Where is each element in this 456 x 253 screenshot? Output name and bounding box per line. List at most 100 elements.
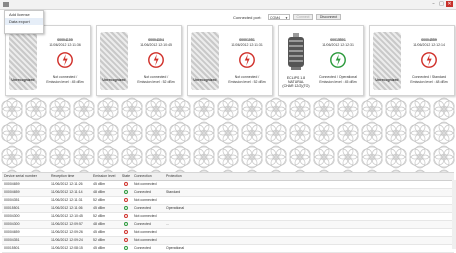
cell-serial: 00004351 [4, 238, 20, 242]
minimize-icon[interactable]: – [430, 1, 437, 7]
table-row[interactable]: 00004300 11/06/2012 12:10:45 52 dBm Not … [2, 213, 454, 221]
device-serial: 00004100 [57, 38, 73, 42]
connected-state-icon [124, 222, 128, 227]
cell-connection: Not connected [134, 238, 157, 242]
cell-time: 11/06/2012 12:11:31 [51, 198, 83, 202]
cell-connection: Not connected [134, 230, 157, 234]
cell-serial: 00004659 [4, 182, 20, 186]
table-row[interactable]: 00004300 11/06/2012 12:09:57 48 dBm Conn… [2, 221, 454, 229]
column-header-state[interactable]: State [120, 173, 132, 180]
cell-serial: 00015501 [4, 206, 20, 210]
device-reception-time: 11/06/2012 12:10:45 [140, 43, 172, 47]
cell-time: 11/06/2012 12:09:26 [51, 230, 83, 234]
disconnected-status-icon [57, 52, 73, 68]
device-card[interactable]: Unrecognized 00001051 11/06/2012 12:11:3… [187, 25, 273, 96]
disconnected-state-icon [124, 238, 128, 243]
reception-table: Device serial number Reception time Emis… [2, 172, 454, 253]
table-row[interactable]: 00004351 11/06/2012 12:11:31 52 dBm Not … [2, 197, 454, 205]
disconnect-button[interactable]: Disconnect [316, 14, 341, 20]
connect-button[interactable]: Connect [293, 14, 313, 20]
port-select[interactable]: COM4 ▼ [268, 14, 290, 20]
device-emission-level: Emission level : 52 dBm [228, 80, 266, 84]
column-header-protection[interactable]: Protection [166, 173, 200, 180]
port-label: Connected port: [233, 15, 262, 20]
cell-level: 48 dBm [93, 222, 106, 226]
disconnected-status-icon [148, 52, 164, 68]
cell-time: 11/06/2012 12:11:14 [51, 190, 83, 194]
device-image: ECLIPS 1.8 NATURAL (CHAR 12/2)(TO) [282, 32, 310, 90]
menu-item-data-export[interactable]: Data export [5, 18, 43, 25]
port-toolbar: Connected port: COM4 ▼ Connect Disconnec… [0, 13, 456, 22]
column-header-serial[interactable]: Device serial number [4, 173, 49, 180]
device-reception-time: 11/06/2012 12:11:31 [231, 43, 263, 47]
table-header-row: Device serial number Reception time Emis… [2, 172, 454, 181]
cell-protection [166, 181, 200, 188]
device-icon [288, 33, 304, 70]
device-image-placeholder: Unrecognized [191, 32, 219, 90]
device-serial: 00015501 [330, 38, 346, 42]
cell-level: 52 dBm [93, 238, 106, 242]
device-image-label: Unrecognized [375, 78, 399, 82]
cell-level: 48 dBm [93, 190, 106, 194]
cell-serial: 00004300 [4, 214, 20, 218]
menu-item-add-license[interactable]: Add license [5, 11, 43, 18]
context-menu: Add license Data export [4, 10, 44, 34]
cell-protection: ... [166, 222, 169, 226]
cell-protection: Operational [166, 206, 185, 210]
device-serial: 00004559 [421, 38, 437, 42]
device-emission-level: Emission level : 45 dBm [319, 80, 357, 84]
port-select-value: COM4 [270, 16, 281, 20]
device-reception-time: 11/06/2012 12:12:14 [413, 43, 445, 47]
column-header-level[interactable]: Emission level [93, 173, 119, 180]
device-image-label: Unrecognized [11, 78, 35, 82]
cell-level: 45 dBm [93, 206, 106, 210]
cell-connection: Connected [134, 206, 151, 210]
connected-state-icon [124, 206, 128, 211]
disconnected-status-icon [239, 52, 255, 68]
connected-state-icon [124, 246, 128, 251]
table-row[interactable]: 00004659 11/06/2012 12:11:14 48 dBm Conn… [2, 189, 454, 197]
disconnected-state-icon [124, 198, 128, 203]
cell-serial: 00004351 [4, 198, 20, 202]
device-reception-time: 11/06/2012 12:11:36 [49, 43, 81, 47]
table-row[interactable]: 00015501 11/06/2012 12:08:15 45 dBm Conn… [2, 245, 454, 253]
cell-connection: Connected [134, 190, 151, 194]
cell-connection: Not connected [134, 214, 157, 218]
chevron-down-icon: ▼ [285, 16, 288, 20]
title-bar: – □ ✕ [0, 0, 456, 10]
disconnected-state-icon [124, 214, 128, 219]
column-header-connection[interactable]: Connection [134, 173, 166, 180]
device-card[interactable]: Unrecognized 00004304 11/06/2012 12:10:4… [96, 25, 182, 96]
decorative-pattern [0, 97, 456, 172]
device-emission-level: Emission level : 45 dBm [46, 80, 84, 84]
maximize-icon[interactable]: □ [438, 1, 445, 7]
device-image-placeholder: Unrecognized [373, 32, 401, 90]
cell-level: 45 dBm [93, 230, 106, 234]
device-card[interactable]: Unrecognized 00004100 11/06/2012 12:11:3… [5, 25, 91, 96]
cell-time: 11/06/2012 12:09:24 [51, 238, 83, 242]
table-row[interactable]: 00015501 11/06/2012 12:11:06 45 dBm Conn… [2, 205, 454, 213]
disconnected-status-icon [421, 52, 437, 68]
table-row[interactable]: 00004351 11/06/2012 12:09:24 52 dBm Not … [2, 237, 454, 245]
table-row[interactable]: 00004659 11/06/2012 12:09:26 45 dBm Not … [2, 229, 454, 237]
table-scrollbar[interactable] [452, 180, 456, 249]
cell-level: 45 dBm [93, 182, 106, 186]
cell-serial: 00004659 [4, 230, 20, 234]
device-image-sublabel: (CHAR 12/2)(TO) [282, 84, 310, 88]
device-emission-level: Emission level : 52 dBm [137, 80, 175, 84]
device-image-placeholder: Unrecognized [9, 32, 37, 90]
table-row[interactable]: 00004659 11/06/2012 12:11:26 45 dBm Not … [2, 181, 454, 189]
column-header-time[interactable]: Reception time [51, 173, 91, 180]
cell-connection: Not connected [134, 182, 157, 186]
cell-connection: Not connected [134, 198, 157, 202]
cell-protection: Standard [166, 190, 181, 194]
device-image-label: Unrecognized [102, 78, 126, 82]
cell-protection [166, 197, 200, 204]
close-icon[interactable]: ✕ [446, 1, 453, 7]
device-emission-level: Emission level : 48 dBm [410, 80, 448, 84]
cell-time: 11/06/2012 12:10:45 [51, 214, 83, 218]
device-card[interactable]: ECLIPS 1.8 NATURAL (CHAR 12/2)(TO) 00015… [278, 25, 364, 96]
device-serial: 00001051 [239, 38, 255, 42]
device-card[interactable]: Unrecognized 00004559 11/06/2012 12:12:1… [369, 25, 455, 96]
cell-serial: 00004659 [4, 190, 20, 194]
